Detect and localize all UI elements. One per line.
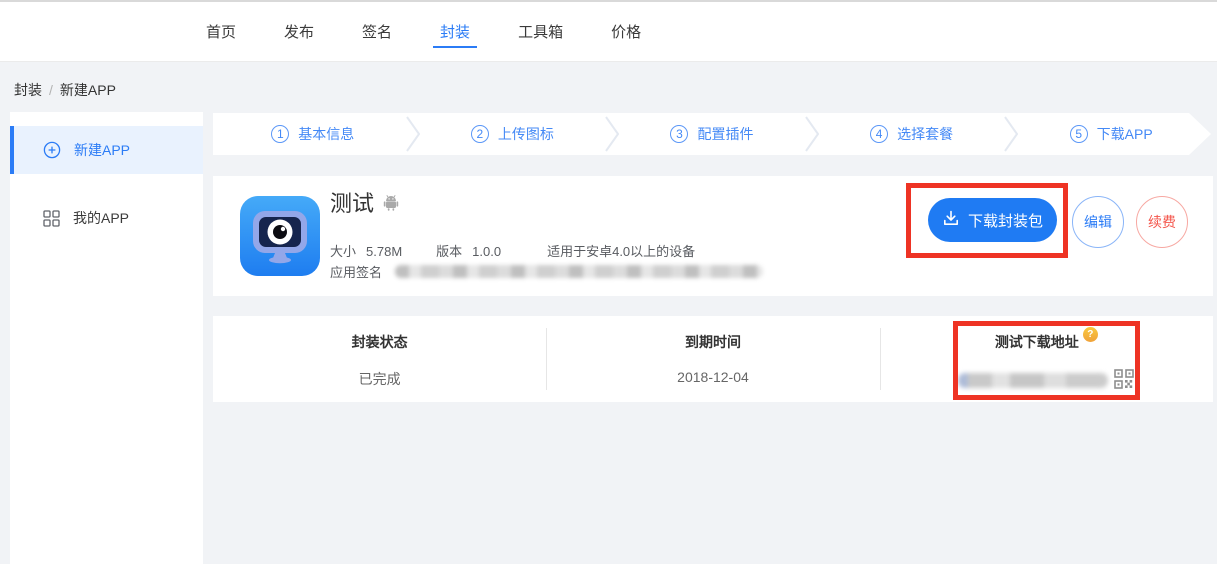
edit-button-label: 编辑 [1084,212,1112,232]
compatibility-text: 适用于安卓4.0以上的设备 [547,244,695,259]
nav-item-label: 价格 [611,21,641,42]
nav-item-label: 封装 [440,21,470,42]
nav-item-home[interactable]: 首页 [206,2,236,61]
download-icon [942,209,960,231]
nav-item-label: 首页 [206,21,236,42]
step-choose-plan[interactable]: 4 选择套餐 [812,113,1012,155]
version-label: 版本 [436,244,462,259]
column-header: 测试下载地址 [995,332,1079,352]
app-title-row: 测试 [330,189,399,219]
nav-item-toolbox[interactable]: 工具箱 [518,2,563,61]
sidebar: 新建APP 我的APP [10,112,203,564]
size-value: 5.78M [366,244,402,259]
expiry-date-column: 到期时间 2018-12-04 [546,316,879,402]
step-label: 选择套餐 [897,124,953,144]
step-number-badge: 4 [870,125,888,143]
step-configure-plugins[interactable]: 3 配置插件 [612,113,812,155]
nav-item-label: 发布 [284,21,314,42]
app-card: 测试 大小 5.78M 版本 1.0.0 适用于安卓4.0以上的设备 应用签名 [213,176,1213,296]
step-upload-icon[interactable]: 2 上传图标 [413,113,613,155]
sidebar-item-label: 新建APP [74,140,130,160]
download-package-button[interactable]: 下载封装包 [928,198,1057,242]
step-number-badge: 1 [271,125,289,143]
android-icon [383,189,399,219]
package-status-value: 已完成 [359,369,401,389]
column-header: 到期时间 [685,332,741,352]
size-label: 大小 [330,244,356,259]
circle-plus-icon [43,141,61,159]
renew-button-label: 续费 [1148,212,1176,232]
grid-icon [43,210,60,227]
column-header-row: 测试下载地址 ? [995,332,1098,352]
column-header: 封装状态 [352,332,408,352]
breadcrumb-current: 新建APP [60,82,116,98]
app-meta-row: 大小 5.78M 版本 1.0.0 适用于安卓4.0以上的设备 [330,241,695,260]
expiry-date-value: 2018-12-04 [677,369,749,385]
download-button-label: 下载封装包 [968,210,1043,231]
signature-redacted-value [395,265,763,278]
nav-item-price[interactable]: 价格 [611,2,641,61]
help-icon[interactable]: ? [1083,327,1098,342]
sidebar-item-label: 我的APP [73,208,129,228]
step-basic-info[interactable]: 1 基本信息 [213,113,413,155]
app-name: 测试 [330,189,374,219]
nav-item-publish[interactable]: 发布 [284,2,314,61]
signature-label: 应用签名 [330,262,382,281]
qr-code-icon[interactable] [1114,369,1134,392]
step-label: 基本信息 [298,124,354,144]
edit-button[interactable]: 编辑 [1072,196,1124,248]
top-navigation-bar: 首页 发布 签名 封装 工具箱 价格 [0,0,1217,62]
main-nav: 首页 发布 签名 封装 工具箱 价格 [206,2,1217,61]
package-info-panel: 封装状态 已完成 到期时间 2018-12-04 测试下载地址 ? [213,316,1213,402]
step-label: 下载APP [1097,124,1153,144]
app-signature-row: 应用签名 [330,262,763,281]
step-number-badge: 3 [670,125,688,143]
sidebar-item-my-apps[interactable]: 我的APP [10,194,203,242]
nav-item-package-active[interactable]: 封装 [440,2,470,61]
test-download-url-column: 测试下载地址 ? [880,316,1213,402]
nav-item-sign[interactable]: 签名 [362,2,392,61]
breadcrumb-separator: / [49,82,53,98]
step-wizard: 1 基本信息 2 上传图标 3 配置插件 4 选择套餐 5 下载APP [213,113,1211,155]
breadcrumb-root[interactable]: 封装 [14,82,42,98]
download-url-redacted-value [958,373,1108,388]
test-download-url-row [958,369,1134,392]
renew-button[interactable]: 续费 [1136,196,1188,248]
step-download-app[interactable]: 5 下载APP [1011,113,1211,155]
step-number-badge: 5 [1070,125,1088,143]
breadcrumb: 封装 / 新建APP [14,80,116,100]
version-value: 1.0.0 [472,244,501,259]
step-label: 配置插件 [697,124,753,144]
step-label: 上传图标 [498,124,554,144]
sidebar-item-new-app[interactable]: 新建APP [10,126,203,174]
step-number-badge: 2 [471,125,489,143]
nav-item-label: 工具箱 [518,21,563,42]
nav-item-label: 签名 [362,21,392,42]
tv-eye-app-icon [240,196,320,276]
package-status-column: 封装状态 已完成 [213,316,546,402]
